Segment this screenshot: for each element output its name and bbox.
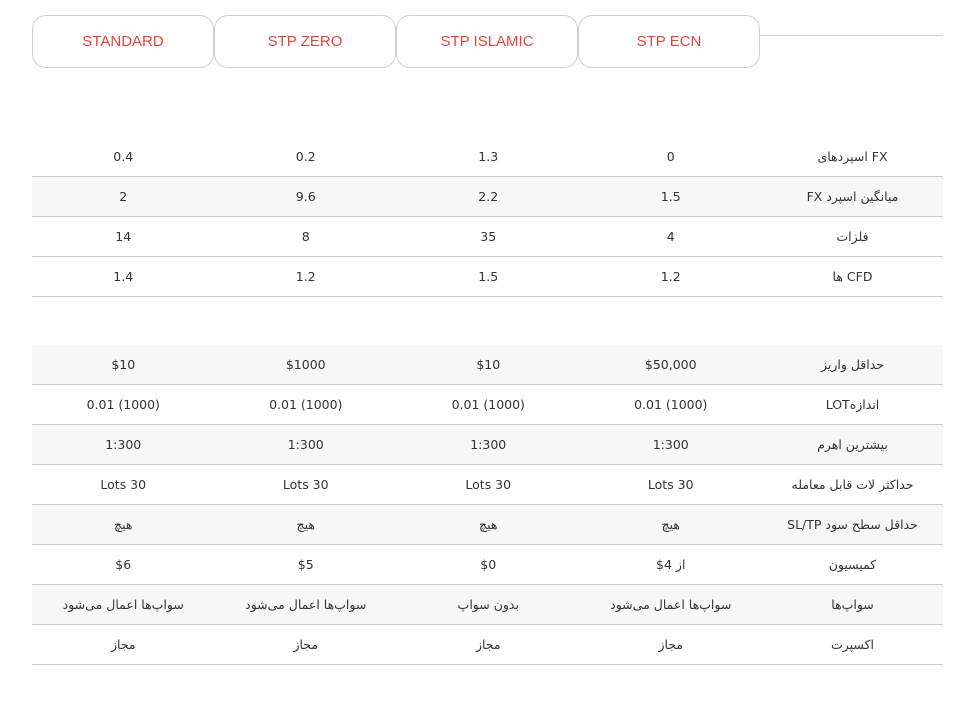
account-type-tabs: STANDARD STP ZERO STP ISLAMIC STP ECN xyxy=(32,15,943,70)
row-label: FX اسپردهای xyxy=(817,149,888,164)
table-cell: 35 xyxy=(480,229,497,244)
table-cell: 1.5 xyxy=(478,269,499,284)
table-row: Lots 30 Lots 30 Lots 30 Lots 30 حداکثر ل… xyxy=(32,465,943,505)
table-row: 0.4 0.2 1.3 0 FX اسپردهای xyxy=(32,137,943,177)
account-conditions-table: $10 $1000 $10 $50,000 حداقل واریز 0.01 (… xyxy=(32,345,943,665)
table-cell: مجاز xyxy=(293,637,319,652)
table-cell: Lots 30 xyxy=(100,477,147,492)
table-cell: 4 xyxy=(666,229,675,244)
table-cell: $1000 xyxy=(285,357,326,372)
row-label: حداقل سطح سود SL/TP xyxy=(787,517,918,532)
table-cell: از 4$ xyxy=(656,557,686,572)
table-cell: 1.5 xyxy=(660,189,681,204)
table-cell: هیچ xyxy=(114,517,133,532)
table-cell: هیچ xyxy=(296,517,315,532)
table-cell: 0.2 xyxy=(295,149,316,164)
table-cell: 0.01 (1000) xyxy=(451,397,525,412)
table-cell: هیچ xyxy=(479,517,498,532)
table-cell: 2.2 xyxy=(478,189,499,204)
table-cell: 8 xyxy=(301,229,310,244)
table-cell: Lots 30 xyxy=(647,477,694,492)
table-cell: 0 xyxy=(666,149,675,164)
table-cell: مجاز xyxy=(110,637,136,652)
table-row: $10 $1000 $10 $50,000 حداقل واریز xyxy=(32,345,943,385)
table-cell: سواپ‌ها اعمال می‌شود xyxy=(245,597,367,612)
table-cell: سواپ‌ها اعمال می‌شود xyxy=(62,597,184,612)
table-row: سواپ‌ها اعمال می‌شود سواپ‌ها اعمال می‌شو… xyxy=(32,585,943,625)
table-row: هیچ هیچ هیچ هیچ حداقل سطح سود SL/TP xyxy=(32,505,943,545)
table-row: 0.01 (1000) 0.01 (1000) 0.01 (1000) 0.01… xyxy=(32,385,943,425)
row-label: فلزات xyxy=(836,229,869,244)
table-cell: Lots 30 xyxy=(465,477,512,492)
table-row: مجاز مجاز مجاز مجاز اکسپرت xyxy=(32,625,943,665)
row-label: سواپ‌ها xyxy=(831,597,874,612)
table-cell: مجاز xyxy=(475,637,501,652)
row-label: بیشترین اهرم xyxy=(817,437,888,452)
table-cell: سواپ‌ها اعمال می‌شود xyxy=(610,597,732,612)
table-row: 1:300 1:300 1:300 1:300 بیشترین اهرم xyxy=(32,425,943,465)
table-cell: مجاز xyxy=(658,637,684,652)
tab-standard[interactable]: STANDARD xyxy=(32,15,214,68)
table-cell: 1.2 xyxy=(660,269,681,284)
tab-stp-zero[interactable]: STP ZERO xyxy=(214,15,396,68)
row-label: اکسپرت xyxy=(830,637,874,652)
table-cell: 1.3 xyxy=(478,149,499,164)
table-row: 2 9.6 2.2 1.5 میانگین اسپرد FX xyxy=(32,177,943,217)
table-cell: 1.2 xyxy=(295,269,316,284)
table-cell: 0.01 (1000) xyxy=(634,397,708,412)
table-cell: $10 xyxy=(476,357,501,372)
row-label: CFD ها xyxy=(832,269,873,284)
table-cell: $50,000 xyxy=(644,357,697,372)
table-cell: 9.6 xyxy=(295,189,316,204)
table-cell: 1:300 xyxy=(652,437,689,452)
table-cell: بدون سواپ xyxy=(457,597,519,612)
table-cell: 2 xyxy=(119,189,128,204)
table-row: $6 $5 $0 از 4$ کمیسیون xyxy=(32,545,943,585)
table-cell: 1.4 xyxy=(113,269,134,284)
spreads-table: 0.4 0.2 1.3 0 FX اسپردهای 2 9.6 2.2 1.5 … xyxy=(32,137,943,297)
table-cell: $6 xyxy=(115,557,132,572)
table-cell: $5 xyxy=(297,557,314,572)
table-cell: 0.01 (1000) xyxy=(269,397,343,412)
table-cell: Lots 30 xyxy=(282,477,329,492)
tab-stp-islamic[interactable]: STP ISLAMIC xyxy=(396,15,578,68)
table-cell: 0.4 xyxy=(113,149,134,164)
table-cell: $0 xyxy=(480,557,497,572)
table-cell: $10 xyxy=(111,357,136,372)
row-label: حداکثر لات قابل معامله xyxy=(791,477,914,492)
row-label: حداقل واریز xyxy=(820,357,885,372)
row-label: اندازهLOT xyxy=(825,397,880,412)
row-label: میانگین اسپرد FX xyxy=(806,189,899,204)
table-row: 1.4 1.2 1.5 1.2 CFD ها xyxy=(32,257,943,297)
table-cell: 14 xyxy=(115,229,132,244)
tab-stp-ecn[interactable]: STP ECN xyxy=(578,15,760,68)
table-cell: 1:300 xyxy=(105,437,142,452)
tab-divider-line xyxy=(760,35,943,36)
table-row: 14 8 35 4 فلزات xyxy=(32,217,943,257)
table-cell: 0.01 (1000) xyxy=(86,397,160,412)
row-label: کمیسیون xyxy=(828,557,877,572)
table-cell: 1:300 xyxy=(287,437,324,452)
table-cell: هیچ xyxy=(661,517,680,532)
table-cell: 1:300 xyxy=(470,437,507,452)
